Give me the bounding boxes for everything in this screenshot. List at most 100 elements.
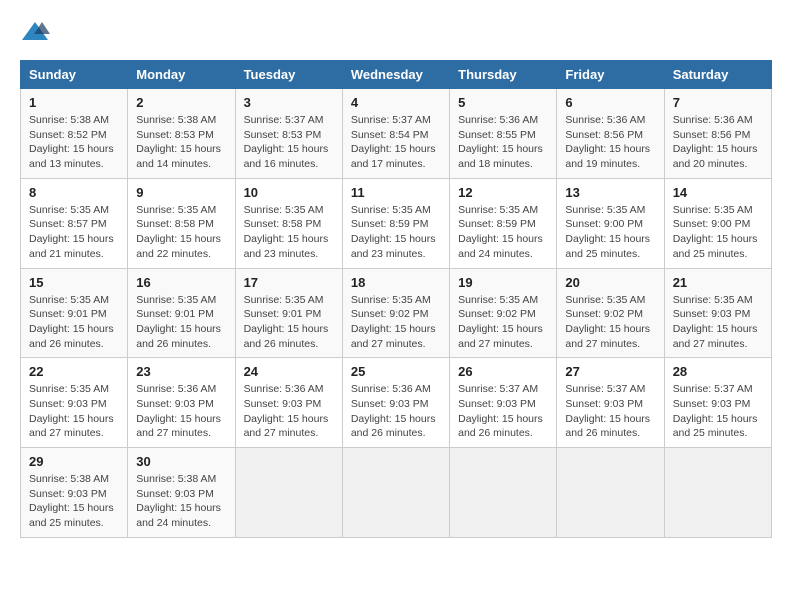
- day-info: Sunrise: 5:35 AM Sunset: 8:58 PM Dayligh…: [136, 203, 226, 262]
- calendar-cell: 22 Sunrise: 5:35 AM Sunset: 9:03 PM Dayl…: [21, 358, 128, 448]
- day-number: 13: [565, 185, 655, 200]
- calendar-cell: [664, 448, 771, 538]
- day-number: 27: [565, 364, 655, 379]
- day-number: 7: [673, 95, 763, 110]
- day-info: Sunrise: 5:38 AM Sunset: 8:52 PM Dayligh…: [29, 113, 119, 172]
- calendar-cell: 2 Sunrise: 5:38 AM Sunset: 8:53 PM Dayli…: [128, 89, 235, 179]
- page-header: [20, 20, 772, 44]
- day-number: 11: [351, 185, 441, 200]
- day-info: Sunrise: 5:37 AM Sunset: 9:03 PM Dayligh…: [565, 382, 655, 441]
- day-info: Sunrise: 5:38 AM Sunset: 9:03 PM Dayligh…: [136, 472, 226, 531]
- calendar-cell: 9 Sunrise: 5:35 AM Sunset: 8:58 PM Dayli…: [128, 178, 235, 268]
- day-info: Sunrise: 5:35 AM Sunset: 8:57 PM Dayligh…: [29, 203, 119, 262]
- calendar-cell: 27 Sunrise: 5:37 AM Sunset: 9:03 PM Dayl…: [557, 358, 664, 448]
- day-number: 19: [458, 275, 548, 290]
- day-info: Sunrise: 5:37 AM Sunset: 9:03 PM Dayligh…: [673, 382, 763, 441]
- day-info: Sunrise: 5:35 AM Sunset: 8:59 PM Dayligh…: [351, 203, 441, 262]
- day-number: 20: [565, 275, 655, 290]
- calendar-cell: 4 Sunrise: 5:37 AM Sunset: 8:54 PM Dayli…: [342, 89, 449, 179]
- calendar-header-row: SundayMondayTuesdayWednesdayThursdayFrid…: [21, 61, 772, 89]
- day-info: Sunrise: 5:36 AM Sunset: 9:03 PM Dayligh…: [136, 382, 226, 441]
- day-info: Sunrise: 5:35 AM Sunset: 8:59 PM Dayligh…: [458, 203, 548, 262]
- day-number: 29: [29, 454, 119, 469]
- calendar-cell: [235, 448, 342, 538]
- calendar-cell: 11 Sunrise: 5:35 AM Sunset: 8:59 PM Dayl…: [342, 178, 449, 268]
- day-number: 6: [565, 95, 655, 110]
- calendar-cell: 18 Sunrise: 5:35 AM Sunset: 9:02 PM Dayl…: [342, 268, 449, 358]
- day-info: Sunrise: 5:35 AM Sunset: 9:02 PM Dayligh…: [565, 293, 655, 352]
- calendar-cell: 5 Sunrise: 5:36 AM Sunset: 8:55 PM Dayli…: [450, 89, 557, 179]
- calendar-cell: 23 Sunrise: 5:36 AM Sunset: 9:03 PM Dayl…: [128, 358, 235, 448]
- calendar-cell: 1 Sunrise: 5:38 AM Sunset: 8:52 PM Dayli…: [21, 89, 128, 179]
- day-number: 3: [244, 95, 334, 110]
- day-number: 21: [673, 275, 763, 290]
- calendar-cell: 10 Sunrise: 5:35 AM Sunset: 8:58 PM Dayl…: [235, 178, 342, 268]
- calendar-week-row: 22 Sunrise: 5:35 AM Sunset: 9:03 PM Dayl…: [21, 358, 772, 448]
- calendar-cell: 28 Sunrise: 5:37 AM Sunset: 9:03 PM Dayl…: [664, 358, 771, 448]
- day-number: 28: [673, 364, 763, 379]
- day-info: Sunrise: 5:35 AM Sunset: 9:01 PM Dayligh…: [29, 293, 119, 352]
- calendar-cell: 6 Sunrise: 5:36 AM Sunset: 8:56 PM Dayli…: [557, 89, 664, 179]
- calendar-cell: 30 Sunrise: 5:38 AM Sunset: 9:03 PM Dayl…: [128, 448, 235, 538]
- calendar-cell: [450, 448, 557, 538]
- day-info: Sunrise: 5:36 AM Sunset: 9:03 PM Dayligh…: [244, 382, 334, 441]
- day-info: Sunrise: 5:35 AM Sunset: 9:01 PM Dayligh…: [136, 293, 226, 352]
- calendar-cell: 13 Sunrise: 5:35 AM Sunset: 9:00 PM Dayl…: [557, 178, 664, 268]
- day-number: 25: [351, 364, 441, 379]
- calendar-cell: 8 Sunrise: 5:35 AM Sunset: 8:57 PM Dayli…: [21, 178, 128, 268]
- day-info: Sunrise: 5:36 AM Sunset: 8:56 PM Dayligh…: [565, 113, 655, 172]
- day-number: 12: [458, 185, 548, 200]
- calendar-cell: 7 Sunrise: 5:36 AM Sunset: 8:56 PM Dayli…: [664, 89, 771, 179]
- day-info: Sunrise: 5:35 AM Sunset: 9:00 PM Dayligh…: [673, 203, 763, 262]
- day-number: 22: [29, 364, 119, 379]
- day-info: Sunrise: 5:37 AM Sunset: 8:54 PM Dayligh…: [351, 113, 441, 172]
- column-header-friday: Friday: [557, 61, 664, 89]
- day-info: Sunrise: 5:37 AM Sunset: 8:53 PM Dayligh…: [244, 113, 334, 172]
- calendar-week-row: 29 Sunrise: 5:38 AM Sunset: 9:03 PM Dayl…: [21, 448, 772, 538]
- day-number: 8: [29, 185, 119, 200]
- calendar-cell: 21 Sunrise: 5:35 AM Sunset: 9:03 PM Dayl…: [664, 268, 771, 358]
- calendar-cell: 25 Sunrise: 5:36 AM Sunset: 9:03 PM Dayl…: [342, 358, 449, 448]
- calendar-cell: 15 Sunrise: 5:35 AM Sunset: 9:01 PM Dayl…: [21, 268, 128, 358]
- logo-icon: [20, 20, 50, 44]
- day-number: 1: [29, 95, 119, 110]
- day-number: 9: [136, 185, 226, 200]
- column-header-monday: Monday: [128, 61, 235, 89]
- day-number: 26: [458, 364, 548, 379]
- day-number: 15: [29, 275, 119, 290]
- calendar-cell: [342, 448, 449, 538]
- day-number: 23: [136, 364, 226, 379]
- day-number: 10: [244, 185, 334, 200]
- column-header-sunday: Sunday: [21, 61, 128, 89]
- day-number: 18: [351, 275, 441, 290]
- calendar-cell: 17 Sunrise: 5:35 AM Sunset: 9:01 PM Dayl…: [235, 268, 342, 358]
- calendar-cell: [557, 448, 664, 538]
- logo: [20, 20, 54, 44]
- calendar-cell: 19 Sunrise: 5:35 AM Sunset: 9:02 PM Dayl…: [450, 268, 557, 358]
- day-info: Sunrise: 5:36 AM Sunset: 8:56 PM Dayligh…: [673, 113, 763, 172]
- calendar-cell: 16 Sunrise: 5:35 AM Sunset: 9:01 PM Dayl…: [128, 268, 235, 358]
- day-info: Sunrise: 5:38 AM Sunset: 8:53 PM Dayligh…: [136, 113, 226, 172]
- calendar-week-row: 15 Sunrise: 5:35 AM Sunset: 9:01 PM Dayl…: [21, 268, 772, 358]
- calendar-cell: 14 Sunrise: 5:35 AM Sunset: 9:00 PM Dayl…: [664, 178, 771, 268]
- calendar-cell: 26 Sunrise: 5:37 AM Sunset: 9:03 PM Dayl…: [450, 358, 557, 448]
- calendar-cell: 24 Sunrise: 5:36 AM Sunset: 9:03 PM Dayl…: [235, 358, 342, 448]
- column-header-wednesday: Wednesday: [342, 61, 449, 89]
- day-number: 24: [244, 364, 334, 379]
- day-info: Sunrise: 5:37 AM Sunset: 9:03 PM Dayligh…: [458, 382, 548, 441]
- calendar-cell: 29 Sunrise: 5:38 AM Sunset: 9:03 PM Dayl…: [21, 448, 128, 538]
- calendar-cell: 20 Sunrise: 5:35 AM Sunset: 9:02 PM Dayl…: [557, 268, 664, 358]
- calendar-week-row: 8 Sunrise: 5:35 AM Sunset: 8:57 PM Dayli…: [21, 178, 772, 268]
- day-number: 16: [136, 275, 226, 290]
- column-header-saturday: Saturday: [664, 61, 771, 89]
- day-info: Sunrise: 5:35 AM Sunset: 8:58 PM Dayligh…: [244, 203, 334, 262]
- day-number: 17: [244, 275, 334, 290]
- day-info: Sunrise: 5:35 AM Sunset: 9:03 PM Dayligh…: [29, 382, 119, 441]
- calendar-cell: 3 Sunrise: 5:37 AM Sunset: 8:53 PM Dayli…: [235, 89, 342, 179]
- day-number: 4: [351, 95, 441, 110]
- day-info: Sunrise: 5:38 AM Sunset: 9:03 PM Dayligh…: [29, 472, 119, 531]
- calendar-cell: 12 Sunrise: 5:35 AM Sunset: 8:59 PM Dayl…: [450, 178, 557, 268]
- day-info: Sunrise: 5:35 AM Sunset: 9:03 PM Dayligh…: [673, 293, 763, 352]
- column-header-tuesday: Tuesday: [235, 61, 342, 89]
- day-info: Sunrise: 5:36 AM Sunset: 9:03 PM Dayligh…: [351, 382, 441, 441]
